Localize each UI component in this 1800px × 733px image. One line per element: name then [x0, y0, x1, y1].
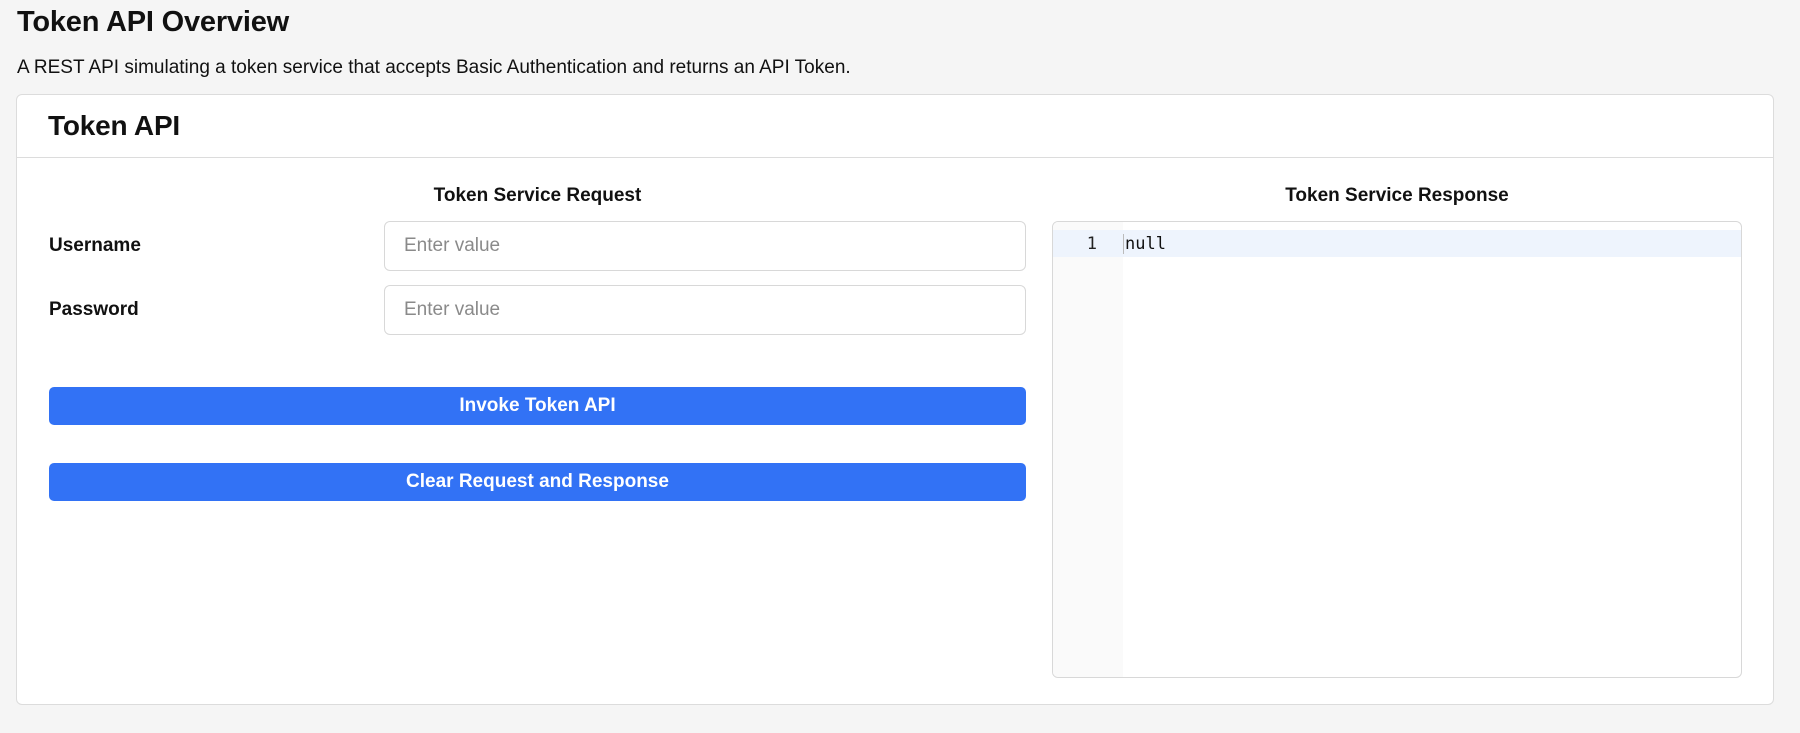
response-code-editor[interactable]: 1 null [1052, 221, 1742, 678]
line-content: null [1123, 233, 1166, 254]
card-header: Token API [17, 95, 1773, 158]
code-line: 1 null [1053, 230, 1741, 257]
username-label: Username [49, 235, 141, 256]
editor-gutter [1053, 222, 1123, 677]
password-input[interactable] [384, 285, 1026, 335]
clear-request-response-button[interactable]: Clear Request and Response [49, 463, 1026, 501]
line-number: 1 [1086, 233, 1097, 254]
card-title: Token API [48, 110, 180, 141]
response-section-title: Token Service Response [1285, 185, 1509, 206]
username-input[interactable] [384, 221, 1026, 271]
page-description: A REST API simulating a token service th… [17, 57, 851, 78]
token-api-card: Token API Token Service Request Token Se… [16, 94, 1774, 705]
page-title: Token API Overview [17, 6, 289, 38]
password-label: Password [49, 299, 139, 320]
invoke-token-api-button[interactable]: Invoke Token API [49, 387, 1026, 425]
request-section-title: Token Service Request [433, 185, 642, 206]
